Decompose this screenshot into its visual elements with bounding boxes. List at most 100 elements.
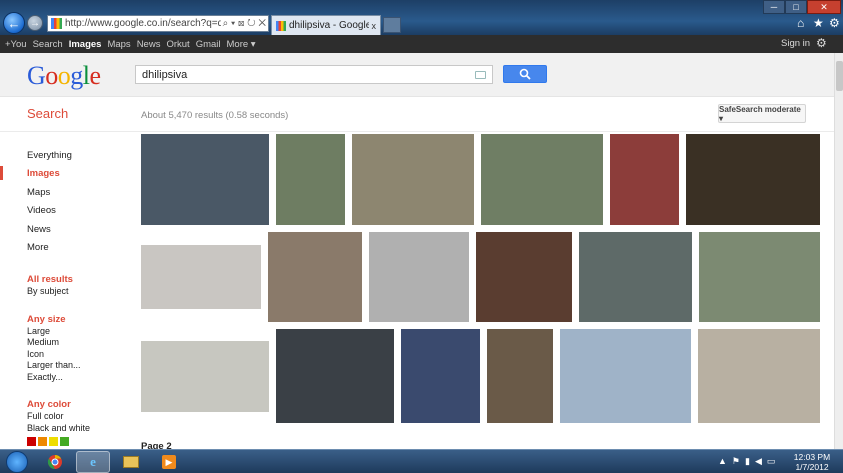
gbar-item-news[interactable]: News [137,39,161,50]
image-thumbnail[interactable] [276,329,394,423]
image-thumbnail[interactable] [686,134,820,225]
sidebar: Everything Images Maps Videos News More … [27,150,127,447]
image-thumbnail[interactable] [610,134,679,225]
image-thumbnail[interactable] [352,134,474,225]
image-thumbnail[interactable] [141,341,269,412]
color-swatch-yellow[interactable] [49,437,58,447]
chrome-taskbar-icon[interactable] [38,451,72,473]
image-thumbnail[interactable] [698,329,820,423]
address-url[interactable]: http://www.google.co.in/search?q=dhilips… [65,18,221,29]
color-swatch-green[interactable] [60,437,69,447]
tab-close-icon[interactable]: x [372,21,377,31]
image-thumbnail[interactable] [579,232,692,322]
search-icon [519,68,531,80]
home-icon[interactable]: ⌂ [797,16,804,30]
filter-all-results[interactable]: All results [27,274,127,286]
image-thumbnail[interactable] [276,134,345,225]
google-favicon-icon [276,20,286,31]
gear-icon[interactable]: ⚙ [816,36,827,50]
flag-icon[interactable]: ⚑ [732,456,740,467]
gbar-item-images[interactable]: Images [69,39,102,50]
color-header[interactable]: Any color [27,399,127,411]
forward-button[interactable]: → [27,15,43,31]
image-thumbnail[interactable] [369,232,469,322]
color-full[interactable]: Full color [27,411,127,423]
color-black-white[interactable]: Black and white [27,423,127,435]
results-row: Search About 5,470 results (0.58 seconds… [0,98,834,132]
google-logo[interactable]: Google [27,61,101,91]
clock-date: 1/7/2012 [795,462,829,472]
image-thumbnail[interactable] [401,329,480,423]
sound-icon[interactable]: ◀ [755,456,762,467]
google-favicon-icon [51,18,62,29]
image-thumbnail[interactable] [141,134,269,225]
sidebar-item-news[interactable]: News [27,224,127,242]
system-clock[interactable]: 12:03 PM 1/7/2012 [792,452,832,472]
address-controls[interactable]: ⌕ ▾ ⊠ ↻ ✕ [221,18,268,29]
gbar-item-more[interactable]: More ▾ [227,39,256,50]
image-thumbnail[interactable] [268,232,362,322]
size-icon[interactable]: Icon [27,349,127,361]
size-medium[interactable]: Medium [27,337,127,349]
search-input[interactable]: dhilipsiva [135,65,493,84]
start-button[interactable] [6,451,28,473]
sidebar-item-maps[interactable]: Maps [27,187,127,205]
sidebar-item-everything[interactable]: Everything [27,150,127,168]
filter-by-subject[interactable]: By subject [27,286,127,298]
browser-chrome: ← → http://www.google.co.in/search?q=dhi… [0,0,843,35]
gbar-item-plusyou[interactable]: +You [5,39,27,50]
section-label: Search [27,106,69,121]
tab-google-search[interactable]: dhilipsiva - Google Search x [271,15,381,35]
system-tray: ▲ ⚑ ▮ ◀ ▭ [718,456,775,467]
gbar-item-orkut[interactable]: Orkut [166,39,189,50]
gbar-item-search[interactable]: Search [33,39,63,50]
image-thumbnail[interactable] [476,232,572,322]
maximize-button[interactable]: □ [785,0,807,14]
search-header: Google dhilipsiva [0,53,834,97]
close-window-button[interactable]: ✕ [807,0,841,14]
size-larger-than[interactable]: Larger than... [27,360,127,372]
size-exactly[interactable]: Exactly... [27,372,127,384]
scrollbar-thumb[interactable] [836,61,843,91]
size-header[interactable]: Any size [27,314,127,326]
ie-taskbar-icon[interactable]: e [76,451,110,473]
image-thumbnail[interactable] [481,134,603,225]
address-bar[interactable]: http://www.google.co.in/search?q=dhilips… [47,15,269,32]
network-icon[interactable]: ▮ [745,456,750,467]
image-thumbnail[interactable] [487,329,553,423]
new-tab-button[interactable] [383,17,401,33]
explorer-taskbar-icon[interactable] [114,451,148,473]
windows-taskbar: e ▶ ▲ ⚑ ▮ ◀ ▭ 12:03 PM 1/7/2012 [0,449,843,473]
image-thumbnail[interactable] [560,329,691,423]
sidebar-item-images[interactable]: Images [27,168,127,186]
divider [0,131,834,132]
result-stats: About 5,470 results (0.58 seconds) [141,110,289,121]
color-swatch-orange[interactable] [38,437,47,447]
battery-icon[interactable]: ▭ [767,456,776,467]
sign-in-link[interactable]: Sign in [781,38,810,49]
image-thumbnail[interactable] [699,232,820,322]
clock-time: 12:03 PM [793,452,831,462]
safesearch-dropdown[interactable]: SafeSearch moderate ▾ [718,104,806,123]
tray-arrow-icon[interactable]: ▲ [718,456,727,467]
gbar-item-gmail[interactable]: Gmail [196,39,221,50]
camera-icon[interactable] [475,70,486,79]
sidebar-item-videos[interactable]: Videos [27,205,127,223]
sidebar-item-more[interactable]: More [27,242,127,260]
back-button[interactable]: ← [3,12,25,34]
size-large[interactable]: Large [27,326,127,338]
google-bar: +You Search Images Maps News Orkut Gmail… [0,35,843,53]
gbar-item-maps[interactable]: Maps [107,39,130,50]
media-player-taskbar-icon[interactable]: ▶ [152,451,186,473]
vertical-scrollbar[interactable] [834,53,843,449]
favorites-star-icon[interactable]: ★ [813,16,824,30]
minimize-button[interactable]: ─ [763,0,785,14]
tools-gear-icon[interactable]: ⚙ [829,16,840,30]
search-button[interactable] [503,65,547,83]
tab-title: dhilipsiva - Google Search [289,20,369,31]
image-thumbnail[interactable] [141,245,261,309]
color-swatches [27,437,127,447]
color-swatch-red[interactable] [27,437,36,447]
active-indicator [0,166,3,180]
search-query[interactable]: dhilipsiva [142,69,475,81]
